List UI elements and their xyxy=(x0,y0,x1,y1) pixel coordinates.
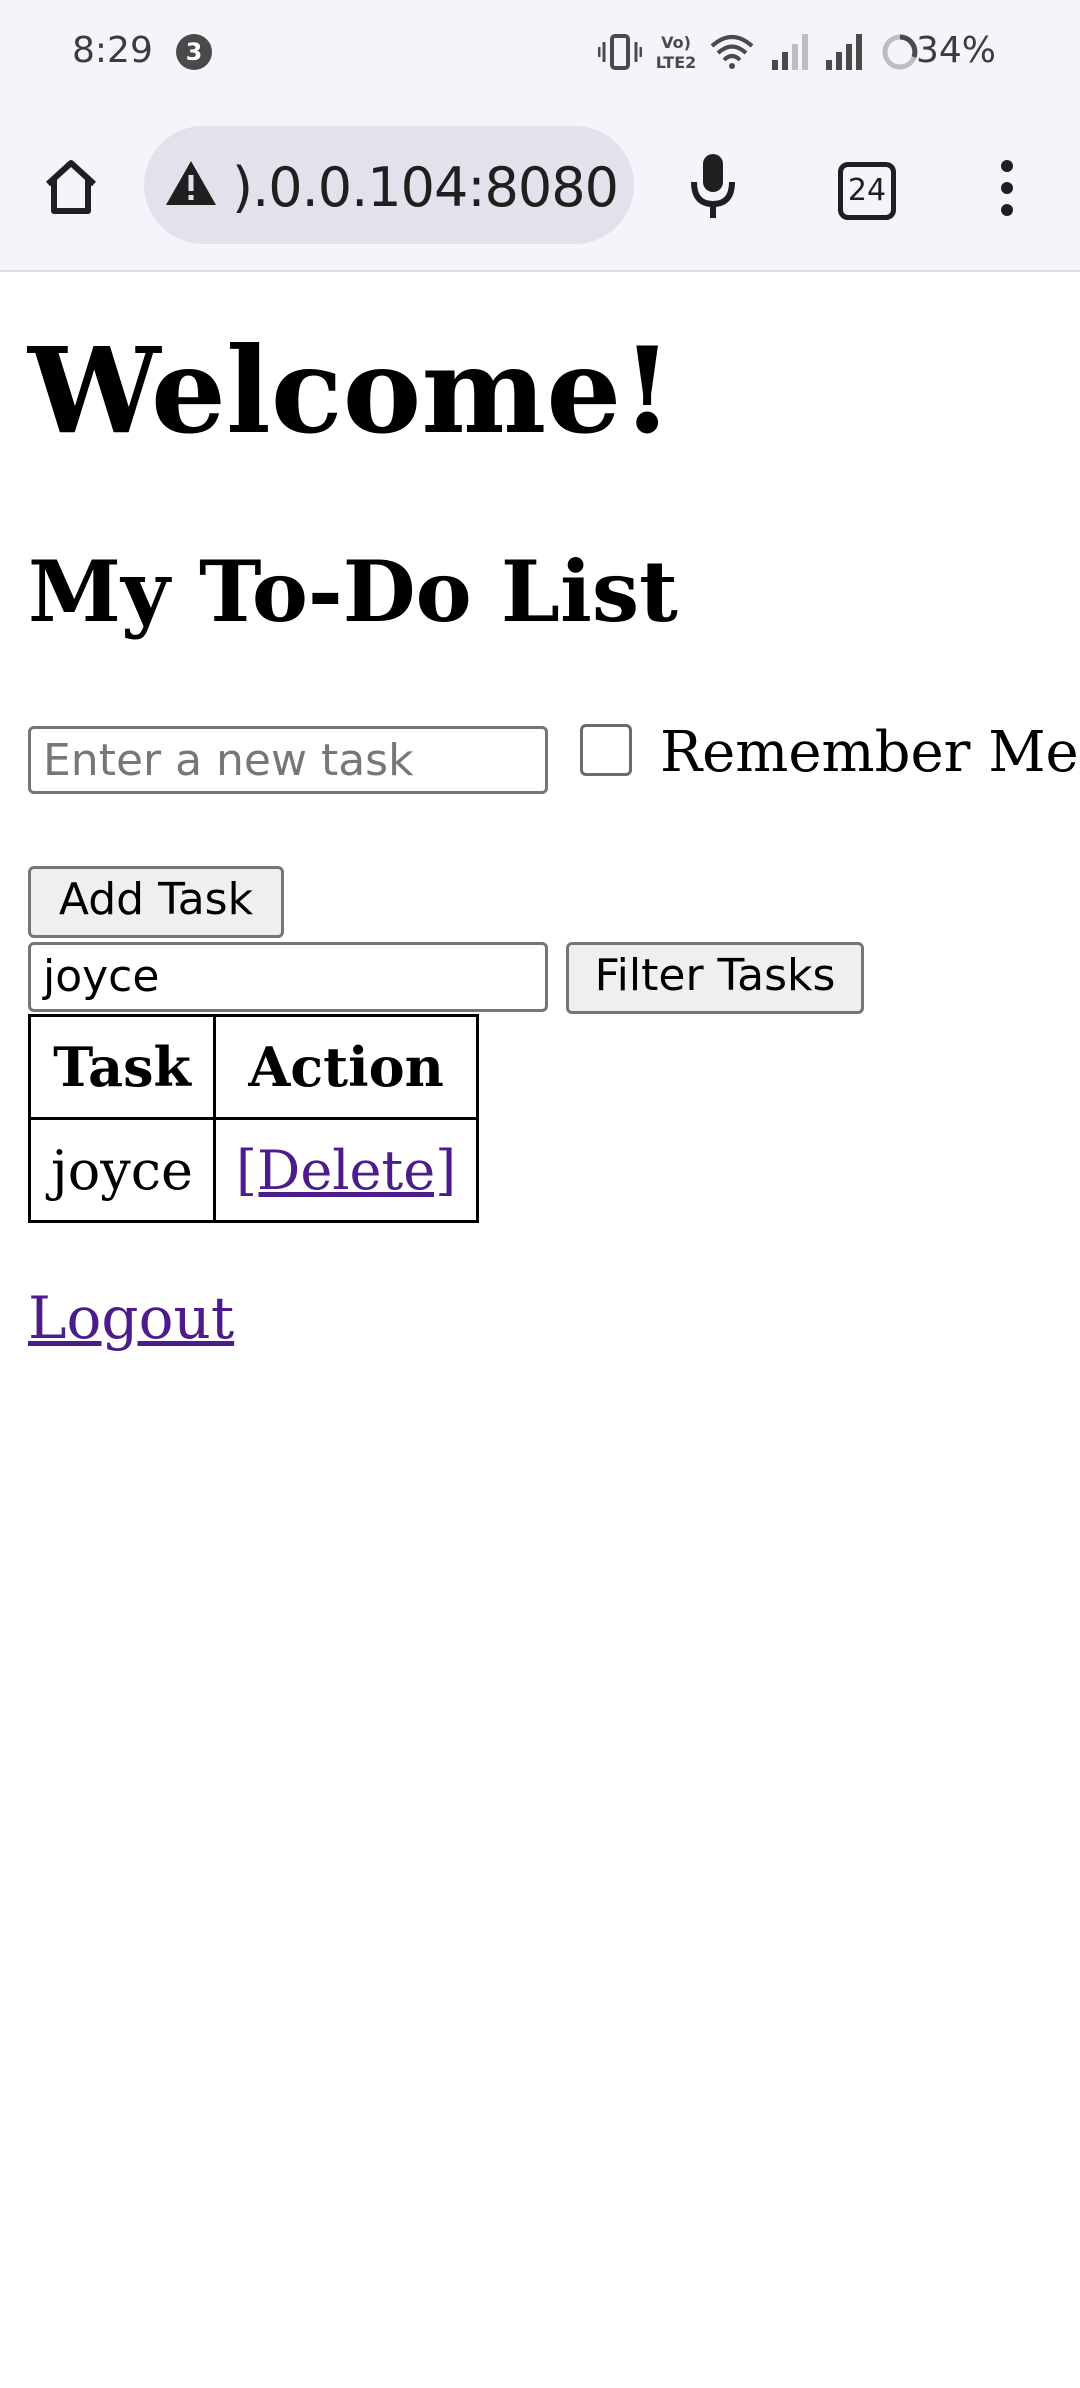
column-header-task: Task xyxy=(28,1014,216,1120)
action-cell: [Delete] xyxy=(212,1117,480,1223)
tasks-table: Task Action joyce [Delete] xyxy=(28,1014,480,1223)
remember-me-label: Remember Me xyxy=(660,720,1079,785)
address-bar[interactable]: ).0.0.104:8080 xyxy=(144,126,634,244)
status-icons: Vo) LTE2 34% xyxy=(560,22,1080,82)
delete-link[interactable]: [Delete] xyxy=(236,1139,456,1202)
battery-percentage: 34% xyxy=(915,30,996,71)
svg-text:LTE2: LTE2 xyxy=(656,53,697,72)
tabs-icon[interactable]: 24 xyxy=(838,162,896,220)
status-time: 8:29 xyxy=(72,30,153,71)
warning-icon[interactable] xyxy=(164,158,218,208)
battery-saver-icon xyxy=(882,34,918,70)
remember-me-checkbox[interactable] xyxy=(580,724,632,776)
status-bar: 8:29 3 Vo) LTE2 34% xyxy=(0,0,1080,104)
volte-icon: Vo) LTE2 xyxy=(656,33,697,72)
welcome-heading: Welcome! xyxy=(28,321,674,460)
new-task-input[interactable] xyxy=(28,726,548,794)
url-text[interactable]: ).0.0.104:8080 xyxy=(232,156,619,219)
page-title: My To-Do List xyxy=(28,542,678,641)
vibrate-icon xyxy=(598,34,642,70)
filter-input[interactable]: joyce xyxy=(28,942,548,1012)
more-vert-icon[interactable] xyxy=(990,158,1024,218)
filter-tasks-button[interactable]: Filter Tasks xyxy=(566,942,864,1014)
home-icon[interactable] xyxy=(40,156,102,218)
signal-icon xyxy=(772,34,808,70)
mic-icon[interactable] xyxy=(688,150,738,224)
column-header-action: Action xyxy=(212,1014,480,1120)
add-task-button[interactable]: Add Task xyxy=(28,866,284,938)
task-cell: joyce xyxy=(28,1117,216,1223)
notification-count-badge: 3 xyxy=(176,34,212,70)
svg-text:Vo): Vo) xyxy=(661,33,691,52)
browser-toolbar: ).0.0.104:8080 24 xyxy=(0,104,1080,272)
table-header-row: Task Action xyxy=(28,1014,480,1120)
table-row: joyce [Delete] xyxy=(28,1117,480,1223)
signal-icon xyxy=(826,34,862,70)
logout-link[interactable]: Logout xyxy=(28,1284,234,1352)
wifi-icon xyxy=(710,35,754,69)
